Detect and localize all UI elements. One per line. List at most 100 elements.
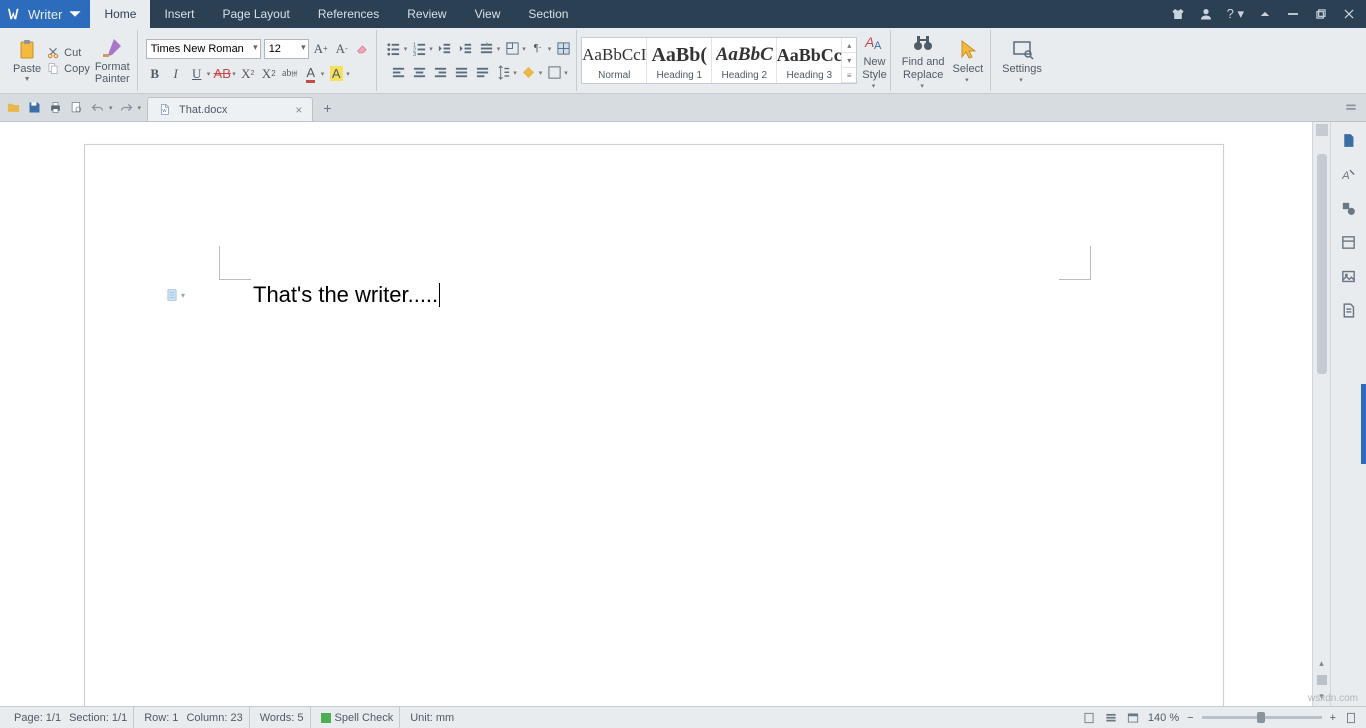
styles-scroll[interactable]: ▴▾≡ [842,38,856,83]
paper [84,144,1224,706]
sp-properties-icon[interactable] [1339,130,1359,150]
scroll-browse-icon[interactable] [1317,675,1327,685]
paste-button[interactable]: Paste ▼ [10,38,44,83]
status-spellcheck[interactable]: Spell Check [315,707,401,728]
align-justify-button[interactable] [452,64,470,82]
sp-clipboard-icon[interactable] [1339,300,1359,320]
open-icon[interactable] [6,100,21,115]
decrease-font-button[interactable]: A- [333,40,351,58]
save-icon[interactable] [27,100,42,115]
font-name-input[interactable] [146,39,261,59]
app-brand[interactable]: Writer [0,0,90,28]
user-icon[interactable] [1199,7,1213,21]
collapse-ribbon-icon[interactable] [1258,7,1272,21]
strikethrough-button[interactable]: AB [213,65,231,83]
menu-view[interactable]: View [461,0,515,28]
font-size-input[interactable] [264,39,309,59]
copy-label: Copy [64,63,90,75]
view-web-icon[interactable] [1126,711,1140,725]
menu-review[interactable]: Review [393,0,460,28]
cut-button[interactable]: Cut [46,46,90,60]
tab-options-icon[interactable] [1344,101,1358,115]
italic-button[interactable]: I [167,65,185,83]
menu-page-layout[interactable]: Page Layout [208,0,303,28]
select-button[interactable]: Select▾ [950,38,987,84]
status-page[interactable]: Page: 1/1 Section: 1/1 [8,707,134,728]
undo-icon[interactable] [90,100,105,115]
sp-shapes-icon[interactable] [1339,198,1359,218]
style-heading-2[interactable]: AaBbCHeading 2 [712,38,777,83]
zoom-in-button[interactable]: + [1330,712,1336,724]
numbering-button[interactable]: 123 [410,40,428,58]
shading-button[interactable] [520,64,538,82]
print-preview-icon[interactable] [69,100,84,115]
zoom-out-button[interactable]: − [1187,712,1193,724]
marks-button[interactable]: ¶· [529,40,547,58]
style-normal[interactable]: AaBbCcINormal [582,38,647,83]
close-tab-icon[interactable]: × [295,103,302,117]
sp-gallery-icon[interactable] [1339,266,1359,286]
bullets-button[interactable] [385,40,403,58]
restore-icon[interactable] [1314,7,1328,21]
align-distribute-button[interactable] [473,64,491,82]
menu-references[interactable]: References [304,0,393,28]
menu-insert[interactable]: Insert [150,0,208,28]
superscript-button[interactable]: X2 [239,65,257,83]
page-area[interactable]: ▾ That's the writer..... [0,122,1312,706]
minimize-icon[interactable] [1286,7,1300,21]
align-left-button[interactable] [389,64,407,82]
scroll-nav-icon[interactable] [1316,124,1328,136]
vertical-scrollbar[interactable]: ▴ ▾ [1312,122,1330,706]
style-heading-1[interactable]: AaBb(Heading 1 [647,38,712,83]
font-color-button[interactable]: A [302,65,320,83]
highlight-button[interactable]: A [327,65,345,83]
print-icon[interactable] [48,100,63,115]
clear-format-button[interactable] [354,40,372,58]
align-center-button[interactable] [410,64,428,82]
line-spacing-button[interactable] [494,64,512,82]
font-group: A+ A- B I U▾ AB▾ X2 X2 ab拼 A▾ A▾ [142,30,377,91]
underline-button[interactable]: U [188,65,206,83]
subscript-button[interactable]: X2 [260,65,278,83]
status-words[interactable]: Words: 5 [254,707,311,728]
borders-button[interactable] [503,40,521,58]
fit-page-icon[interactable] [1344,711,1358,725]
sp-navigation-icon[interactable] [1339,232,1359,252]
scroll-up-icon[interactable]: ▴ [1319,654,1324,673]
sp-styles-icon[interactable]: A [1339,164,1359,184]
quick-access: ▾ ▾ [0,94,147,121]
format-painter-button[interactable]: Format Painter [92,36,133,85]
help-icon[interactable]: ? ▾ [1227,6,1244,22]
view-outline-icon[interactable] [1104,711,1118,725]
table-convert-button[interactable] [554,40,572,58]
para-border-button[interactable] [545,64,563,82]
redo-icon[interactable] [119,100,134,115]
status-unit[interactable]: Unit: mm [404,707,460,728]
document-tab[interactable]: W That.docx × [147,97,313,121]
status-row-col[interactable]: Row: 1 Column: 23 [138,707,250,728]
copy-button[interactable]: Copy [46,62,90,76]
style-heading-3[interactable]: AaBbCcHeading 3 [777,38,842,83]
new-style-button[interactable]: AA New Style▾ [859,31,889,89]
settings-button[interactable]: Settings▾ [999,38,1045,84]
zoom-value[interactable]: 140 % [1148,712,1179,724]
paragraph-handle[interactable]: ▾ [165,288,185,302]
close-icon[interactable] [1342,7,1356,21]
document-body[interactable]: That's the writer..... [253,282,440,308]
view-print-icon[interactable] [1082,711,1096,725]
scroll-thumb[interactable] [1317,154,1327,374]
menu-home[interactable]: Home [90,0,150,28]
decrease-indent-button[interactable] [436,40,454,58]
find-replace-button[interactable]: Find and Replace▾ [899,31,948,89]
zoom-slider[interactable] [1202,716,1322,719]
binoculars-icon [911,31,935,55]
phonetic-button[interactable]: ab拼 [281,65,299,83]
increase-indent-button[interactable] [457,40,475,58]
tab-stop-button[interactable] [478,40,496,58]
shirt-icon[interactable] [1171,7,1185,21]
increase-font-button[interactable]: A+ [312,40,330,58]
align-right-button[interactable] [431,64,449,82]
menu-section[interactable]: Section [514,0,582,28]
add-tab-button[interactable]: + [313,94,341,121]
bold-button[interactable]: B [146,65,164,83]
